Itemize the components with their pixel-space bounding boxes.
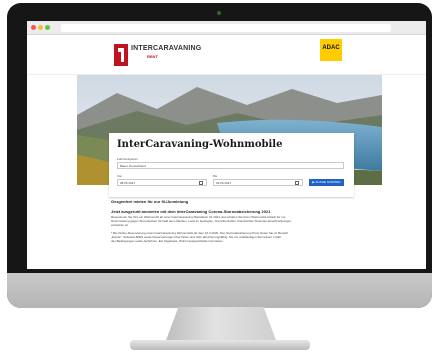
address-bar[interactable] [61,24,391,32]
calendar-icon[interactable] [295,181,299,185]
to-date-input[interactable]: 09.06.2021 [213,179,303,186]
from-date-input[interactable]: 08.06.2021 [117,179,207,186]
site-header: INTERCARAVANING RENT ADAC [27,35,426,75]
location-label: Fahrtziel/gebiet [117,157,138,161]
maximize-window-icon[interactable] [45,25,50,30]
promo-paragraph-line: entstehen ist. [111,223,129,227]
brand-logo-icon[interactable] [114,44,128,66]
search-button[interactable]: ▶ SUCHE STARTEN [309,179,344,186]
minimize-window-icon[interactable] [38,25,43,30]
promo-heading: Gezgenfeel mieten für nur 9L/Anmietung [111,199,189,204]
from-date-value: 08.06.2021 [120,181,136,185]
adac-logo[interactable]: ADAC [320,39,342,61]
adac-logo-text: ADAC [322,45,340,51]
monitor-stand-base [130,340,310,350]
monitor-chin [7,273,432,308]
brand-subtitle: RENT [147,54,158,59]
to-date-value: 09.06.2021 [216,181,232,185]
search-panel: InterCaravaning-Wohnmobile Fahrtziel/geb… [109,133,354,197]
location-input[interactable]: Basel, Deutschland [117,162,344,169]
to-date-label: Bis [213,174,218,178]
monitor-stand [165,307,277,343]
camera-dot [217,11,221,15]
search-title: InterCaravaning-Wohnmobile [117,139,283,150]
brand-name[interactable]: INTERCARAVANING [131,45,201,52]
screen: INTERCARAVANING RENT ADAC InterCaravanin… [27,21,426,269]
location-value: Basel, Deutschland [120,164,146,168]
calendar-icon[interactable] [199,181,203,185]
promo-subheading: Jetzt ausgeruht anmieten mit dem InterCa… [111,209,271,214]
browser-toolbar [27,21,426,35]
monitor: INTERCARAVANING RENT ADAC InterCaravanin… [7,3,432,308]
close-window-icon[interactable] [31,25,36,30]
scene: INTERCARAVANING RENT ADAC InterCaravanin… [0,0,440,355]
footnote-line: des Bedingungen sowie Gebühren. Ein folg… [111,239,224,243]
promo-paragraph-line: 9L/Anmietung gegen Stornokosten für bald… [111,219,292,223]
from-date-label: Von [117,174,123,178]
